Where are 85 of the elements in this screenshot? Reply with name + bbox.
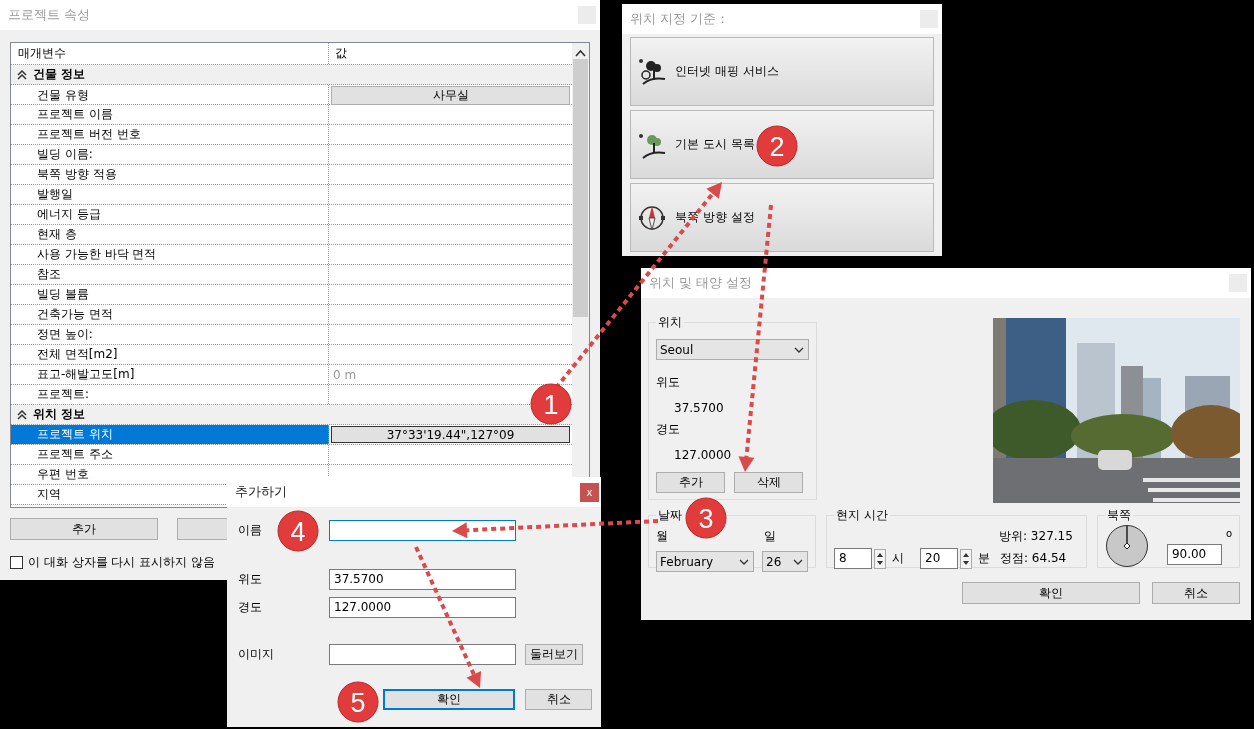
input-field[interactable]: 127.0000: [329, 597, 516, 618]
property-name[interactable]: 빌딩 볼륨: [11, 285, 329, 304]
unit-label: 분: [978, 550, 990, 567]
close-button[interactable]: x: [580, 482, 599, 502]
group-label: 위치: [657, 314, 683, 331]
property-name[interactable]: 빌딩 이름:: [11, 145, 329, 164]
collapse-icon[interactable]: [17, 69, 27, 80]
window-title: 위치 및 태양 설정: [649, 274, 753, 292]
unit-label: 시: [892, 550, 904, 567]
property-name[interactable]: 건축가능 면적: [11, 305, 329, 324]
group-label: 날짜: [657, 507, 683, 524]
value-button[interactable]: 37°33'19.44",127°09: [331, 426, 570, 443]
property-name[interactable]: 북쪽 방향 적용: [11, 165, 329, 184]
property-name[interactable]: 현재 층: [11, 225, 329, 244]
spin-button[interactable]: [960, 548, 972, 569]
group-label: 북쪽: [1105, 507, 1132, 524]
scrollbar-thumb[interactable]: [573, 59, 588, 317]
option-button[interactable]: 인터넷 매핑 서비스: [630, 37, 934, 106]
section-title: 건물 정보: [33, 66, 86, 83]
dialog-button[interactable]: 추가: [656, 472, 725, 493]
property-name[interactable]: 프로젝트 위치: [11, 425, 329, 444]
angle-field[interactable]: 90.00: [1166, 544, 1222, 565]
field-value: 127.0000: [674, 448, 733, 462]
field-label: 일: [764, 528, 777, 545]
field-label: 경도: [238, 599, 262, 616]
input-field[interactable]: [329, 520, 516, 541]
input-field[interactable]: 37.5700: [329, 569, 516, 590]
ok-button[interactable]: 확인: [383, 689, 515, 710]
day-dropdown[interactable]: 26: [762, 551, 808, 572]
column-header: 매개변수: [11, 43, 329, 64]
step-badge: 1: [530, 383, 572, 425]
add-button[interactable]: 추가: [10, 518, 158, 540]
step-badge: 5: [337, 681, 379, 723]
property-name[interactable]: 발행일: [11, 185, 329, 204]
step-badge: 3: [685, 497, 727, 539]
value-button[interactable]: 사무실: [331, 86, 570, 105]
azimuth-readout: 방위: 327.15: [999, 528, 1074, 545]
hour-field[interactable]: 8: [834, 548, 872, 569]
collapse-icon[interactable]: [17, 409, 27, 420]
property-name[interactable]: 프로젝트 버전 번호: [11, 125, 329, 144]
property-name[interactable]: 프로젝트:: [11, 385, 329, 404]
compass-dial[interactable]: [1104, 524, 1149, 568]
property-value: 0 m: [332, 366, 358, 384]
group-label: 현지 시간: [835, 507, 889, 524]
property-name[interactable]: 정면 높이:: [11, 325, 329, 344]
window-title: 위치 지정 기준 :: [630, 10, 725, 28]
browse-button[interactable]: 둘러보기: [525, 644, 583, 665]
window-title: 추가하기: [235, 483, 287, 501]
field-value: 37.5700: [674, 401, 725, 415]
property-name[interactable]: 참조: [11, 265, 329, 284]
field-label: 월: [656, 528, 669, 545]
step-badge: 4: [277, 510, 319, 552]
cancel-button[interactable]: 취소: [525, 689, 592, 710]
caret-icon: [793, 558, 803, 565]
section-title: 위치 정보: [33, 406, 86, 423]
input-field[interactable]: [329, 644, 516, 665]
globe-tree-icon: [637, 56, 667, 87]
cancel-button[interactable]: 취소: [1152, 582, 1240, 604]
ok-button[interactable]: 확인: [962, 582, 1140, 604]
altitude-readout: 정점: 64.54: [1000, 550, 1067, 567]
spin-button[interactable]: [874, 548, 886, 569]
property-name[interactable]: 에너지 등급: [11, 205, 329, 224]
dialog-button[interactable]: 삭제: [734, 472, 803, 493]
field-label: 위도: [238, 571, 262, 588]
property-name[interactable]: 건물 유형: [11, 85, 329, 106]
month-dropdown[interactable]: February: [656, 551, 754, 572]
city-dropdown[interactable]: Seoul: [656, 339, 809, 360]
window-title: 프로젝트 속성: [8, 6, 91, 24]
property-name[interactable]: 표고-해발고도[m]: [11, 365, 329, 384]
property-name[interactable]: 전체 면적[m2]: [11, 345, 329, 364]
column-header: 값: [334, 45, 348, 62]
caret-icon: [794, 346, 804, 353]
degree-mark: o: [1225, 528, 1232, 539]
property-name[interactable]: 프로젝트 주소: [11, 445, 329, 464]
property-name[interactable]: 프로젝트 이름: [11, 105, 329, 124]
minute-field[interactable]: 20: [920, 548, 958, 569]
field-label: 위도: [656, 374, 681, 391]
checkbox-label: 이 대화 상자를 다시 표시하지 않음: [28, 554, 216, 571]
field-label: 이름: [238, 522, 262, 539]
checkbox[interactable]: [10, 556, 23, 569]
step-badge: 2: [756, 125, 798, 167]
caret-icon: [739, 558, 749, 565]
property-name[interactable]: 사용 가능한 바닥 면적: [11, 245, 329, 264]
field-label: 이미지: [238, 646, 274, 663]
field-label: 경도: [656, 421, 681, 438]
